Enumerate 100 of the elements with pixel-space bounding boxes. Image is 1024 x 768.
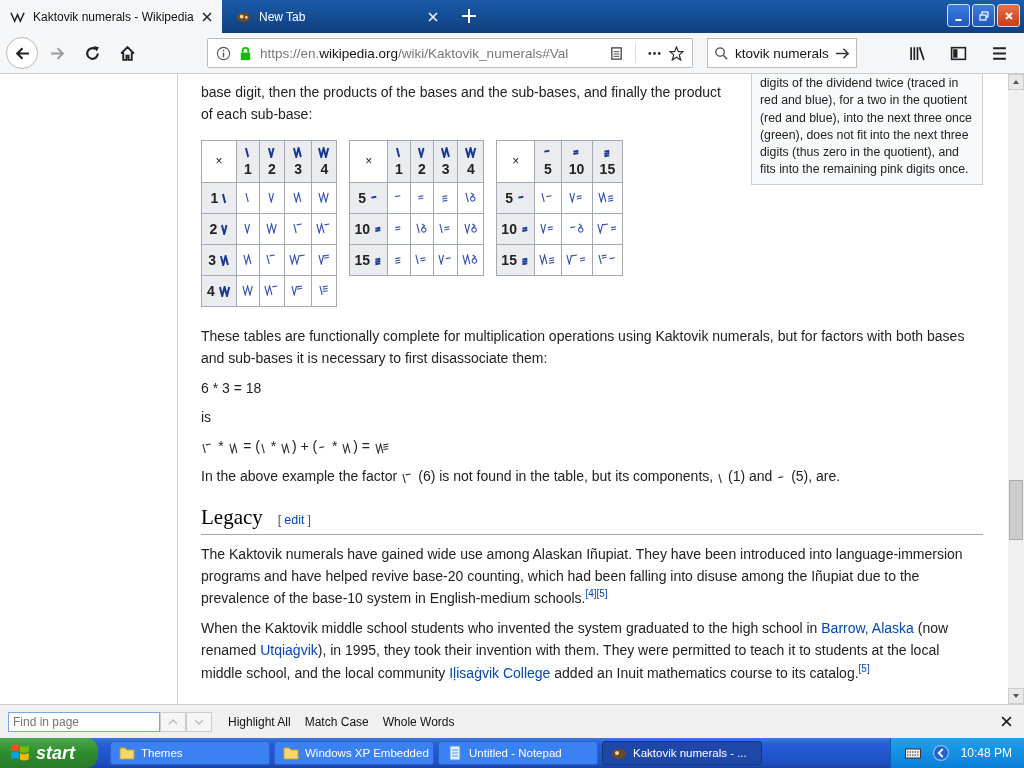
reload-icon[interactable] <box>84 44 101 62</box>
header-number: 1 <box>395 160 403 177</box>
reference-link[interactable]: [5] <box>858 663 870 675</box>
numeral-icon <box>289 253 308 265</box>
section-heading: Legacy <box>201 504 263 532</box>
numeral-icon <box>260 443 266 455</box>
numeral-icon <box>565 253 588 265</box>
numeral-icon <box>402 472 414 484</box>
numeral-icon <box>463 222 479 234</box>
taskbar-button[interactable]: Windows XP Embedded <box>274 741 434 765</box>
search-field[interactable]: ktovik numerals <box>707 38 857 68</box>
numeral-icon <box>418 146 426 158</box>
menu-icon[interactable] <box>991 44 1008 62</box>
taskbar-button[interactable]: Kaktovik numerals - ... <box>602 741 762 765</box>
start-button[interactable]: start <box>0 738 98 768</box>
find-option[interactable]: Highlight All <box>228 714 291 729</box>
numeral-icon <box>596 222 619 234</box>
bracket: ] <box>307 513 311 528</box>
chevron-icon[interactable] <box>932 745 949 761</box>
taskbar-button[interactable]: Themes <box>110 741 270 765</box>
minimize-icon <box>955 18 962 21</box>
reader-view-icon[interactable] <box>609 45 624 61</box>
address-bar[interactable]: https://en.wikipedia.org/wiki/Kaktovik_numerals#Val <box>207 38 693 68</box>
find-field[interactable]: Find in page <box>8 711 160 732</box>
browser-tab[interactable]: Kaktovik numerals - Wikipedia <box>0 0 222 33</box>
header-number: 5 <box>505 189 514 206</box>
numeral-icon <box>264 284 280 296</box>
times-sign: × <box>215 154 223 169</box>
close-tab-icon[interactable] <box>202 11 212 22</box>
scroll-up-button[interactable] <box>1008 74 1024 90</box>
sidebar-icon[interactable] <box>950 44 967 62</box>
numeral-icon <box>293 146 304 158</box>
down-arrow-icon <box>1012 692 1020 700</box>
new-tab-icon[interactable] <box>462 9 476 23</box>
scrollbar[interactable] <box>1008 74 1024 704</box>
numeral-icon <box>568 191 585 203</box>
numeral-icon <box>244 222 252 234</box>
numeral-icon <box>266 222 279 234</box>
library-icon[interactable] <box>909 44 926 62</box>
windows-flag-icon <box>10 743 30 763</box>
numeral-icon <box>268 146 276 158</box>
numeral-icon <box>437 253 454 265</box>
numeral-icon <box>440 146 451 158</box>
header-number: 3 <box>441 160 450 177</box>
find-option[interactable]: Match Case <box>304 714 369 729</box>
numeral-icon <box>228 443 239 455</box>
numeral-icon <box>540 222 556 234</box>
paragraph: These tables are functionally complete for multiplication operations using Kaktovik numerals, but for factors with both bases and sub-bases it is necessary to first disassociate them: <box>201 326 966 369</box>
keyboard-icon[interactable] <box>904 745 921 761</box>
header-number: 2 <box>209 220 218 237</box>
article-link[interactable]: Iḷisaġvik College <box>449 664 551 681</box>
numeral-icon <box>718 472 724 484</box>
article-link[interactable]: Utqiaġvik <box>260 642 318 659</box>
numeral-icon <box>318 146 331 158</box>
numeral-icon <box>597 253 618 265</box>
taskbar-button[interactable]: Untitled - Notepad <box>438 741 598 765</box>
times-sign: × <box>512 154 520 169</box>
close-icon[interactable] <box>1001 716 1012 727</box>
header-number: 4 <box>320 160 329 177</box>
folder-icon <box>119 745 135 761</box>
equation: 6 * 3 = 18 <box>201 378 263 398</box>
numeral-icon <box>538 253 557 265</box>
numeral-icon <box>245 191 251 203</box>
header-number: 2 <box>268 160 276 177</box>
edit-link[interactable]: edit <box>284 513 305 528</box>
browser-tab[interactable]: New Tab <box>226 0 448 33</box>
numeral-icon <box>245 146 251 158</box>
url-text: https://en.wikipedia.org/wiki/Kaktovik_numerals#Val <box>260 45 570 61</box>
numeral-icon <box>281 443 291 455</box>
header-number: 15 <box>501 251 517 268</box>
restore-button[interactable] <box>972 4 995 27</box>
numeral-icon <box>318 191 331 203</box>
close-button[interactable] <box>997 4 1020 27</box>
info-icon[interactable] <box>216 45 231 61</box>
header-number: 3 <box>294 160 303 177</box>
numeral-icon <box>222 192 228 204</box>
reference-link[interactable]: [4] <box>585 588 597 600</box>
image-caption: digits of the dividend twice (traced in red and blue), for a two in the quotient (red and blue), into the next three once (green), does not fit into the next three digits (thus zero in the quotient), and fits into the remaining pink digits once. <box>751 74 983 185</box>
scroll-thumb[interactable] <box>1009 480 1023 540</box>
header-number: 4 <box>207 282 215 299</box>
up-arrow-icon <box>1012 78 1020 86</box>
scroll-down-button[interactable] <box>1008 688 1024 704</box>
numeral-icon <box>221 223 229 235</box>
header-number: 5 <box>543 160 552 177</box>
numeral-icon <box>293 191 304 203</box>
article-link[interactable]: Barrow, Alaska <box>821 619 914 636</box>
numeral-icon <box>202 443 214 455</box>
header-number: 5 <box>358 189 367 206</box>
notepad-icon <box>447 745 463 761</box>
find-option[interactable]: Whole Words <box>382 714 455 729</box>
close-icon <box>1003 10 1014 21</box>
numeral-icon <box>292 222 304 234</box>
back-button[interactable] <box>6 37 38 69</box>
numeral-icon <box>268 191 276 203</box>
numeral-icon <box>464 191 477 203</box>
star-icon[interactable] <box>669 45 684 61</box>
numeral-icon <box>318 284 331 296</box>
header-number: 3 <box>208 251 217 268</box>
home-icon[interactable] <box>119 44 136 62</box>
minimize-button[interactable] <box>947 4 970 27</box>
